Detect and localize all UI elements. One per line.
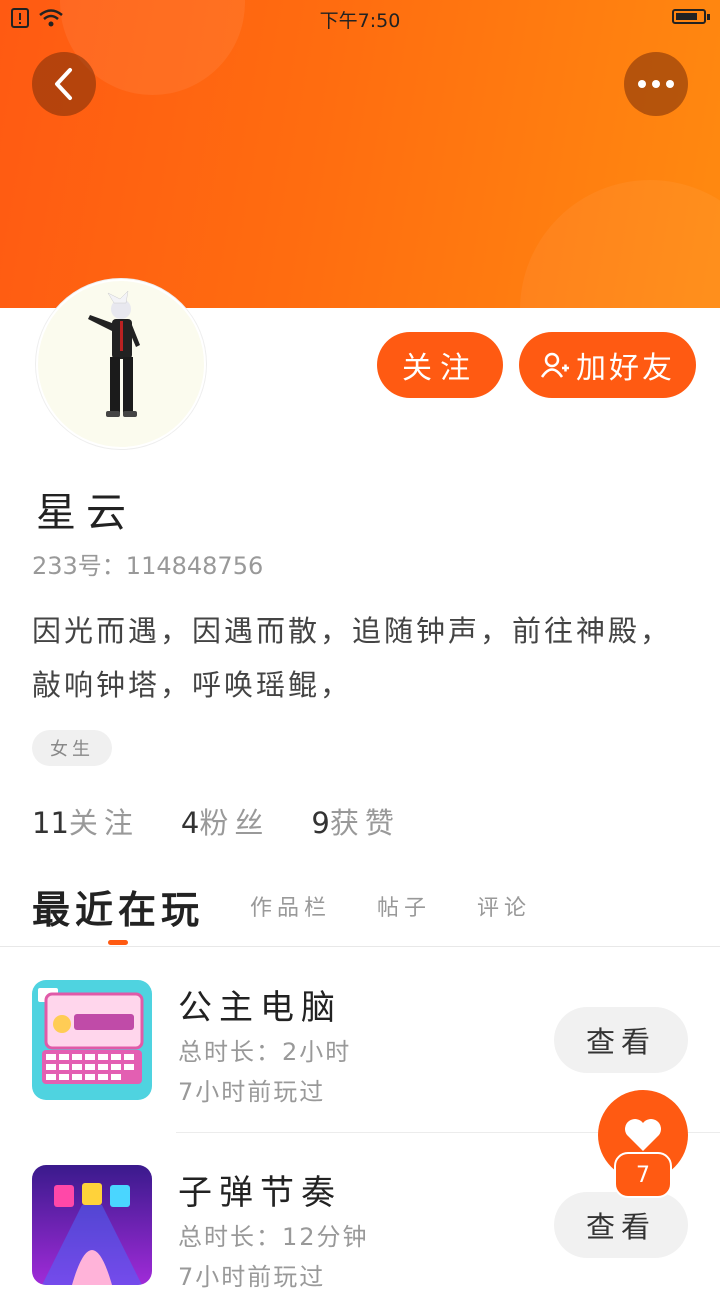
battery-icon xyxy=(672,9,710,24)
banner-decoration xyxy=(520,180,720,308)
stat-likes[interactable]: 9 获赞 xyxy=(311,800,399,842)
game-duration: 总时长：2小时 xyxy=(178,1038,352,1066)
tab-works[interactable]: 作品栏 xyxy=(250,890,331,922)
stat-following[interactable]: 11 关注 xyxy=(32,800,139,842)
add-friend-label: 加好友 xyxy=(576,351,675,386)
tabs-divider xyxy=(0,946,720,947)
avatar[interactable] xyxy=(36,279,206,449)
profile-bio: 因光而遇，因遇而散，追随钟声，前往神殿，敲响钟塔，呼唤瑶鲲， xyxy=(32,614,673,702)
bullet-rhythm-icon xyxy=(32,1165,152,1285)
tab-comments[interactable]: 评论 xyxy=(477,890,531,922)
game-list-item[interactable]: 公主电脑 总时长：2小时 7小时前玩过 查看 xyxy=(32,980,720,1110)
game-last-played: 7小时前玩过 xyxy=(178,1263,326,1291)
view-game-button[interactable]: 查看 xyxy=(554,1007,688,1073)
view-game-button[interactable]: 查看 xyxy=(554,1192,688,1258)
stat-number: 9 xyxy=(311,806,330,840)
profile-name: 星云 xyxy=(36,490,136,536)
like-count-badge: 7 xyxy=(614,1152,672,1198)
stat-label: 获赞 xyxy=(329,806,400,840)
game-last-played: 7小时前玩过 xyxy=(178,1078,326,1106)
princess-computer-icon xyxy=(32,980,152,1100)
profile-stats: 11 关注 4 粉丝 9 获赞 xyxy=(32,800,442,842)
stat-label: 关注 xyxy=(68,806,139,840)
stat-number: 4 xyxy=(180,806,200,840)
more-dots-icon xyxy=(638,80,674,88)
user-id: 233号：114848756 xyxy=(32,552,264,580)
active-tab-indicator xyxy=(108,940,128,945)
game-title: 子弹节奏 xyxy=(178,1173,342,1213)
chevron-left-icon xyxy=(55,68,72,100)
follow-button[interactable]: 关注 xyxy=(377,332,503,398)
more-options-button[interactable] xyxy=(624,52,688,116)
add-user-icon xyxy=(540,352,569,378)
gender-tag: 女生 xyxy=(32,730,112,766)
stat-number: 11 xyxy=(32,806,69,840)
stat-followers[interactable]: 4 粉丝 xyxy=(181,800,269,842)
game-duration: 总时长：12分钟 xyxy=(178,1223,369,1251)
game-title: 公主电脑 xyxy=(178,988,342,1028)
back-button[interactable] xyxy=(32,52,96,116)
avatar-character-illustration xyxy=(88,290,140,417)
profile-tabs: 最近在玩 作品栏 帖子 评论 xyxy=(32,876,531,936)
status-bar: 下午7:50 xyxy=(0,0,720,36)
add-friend-button[interactable]: 加好友 xyxy=(519,332,696,398)
stat-label: 粉丝 xyxy=(199,806,270,840)
tab-recently-playing[interactable]: 最近在玩 xyxy=(32,879,204,934)
profile-header-banner xyxy=(0,0,720,308)
tab-posts[interactable]: 帖子 xyxy=(377,890,431,922)
heart-icon xyxy=(625,1119,661,1151)
status-time: 下午7:50 xyxy=(319,10,401,32)
